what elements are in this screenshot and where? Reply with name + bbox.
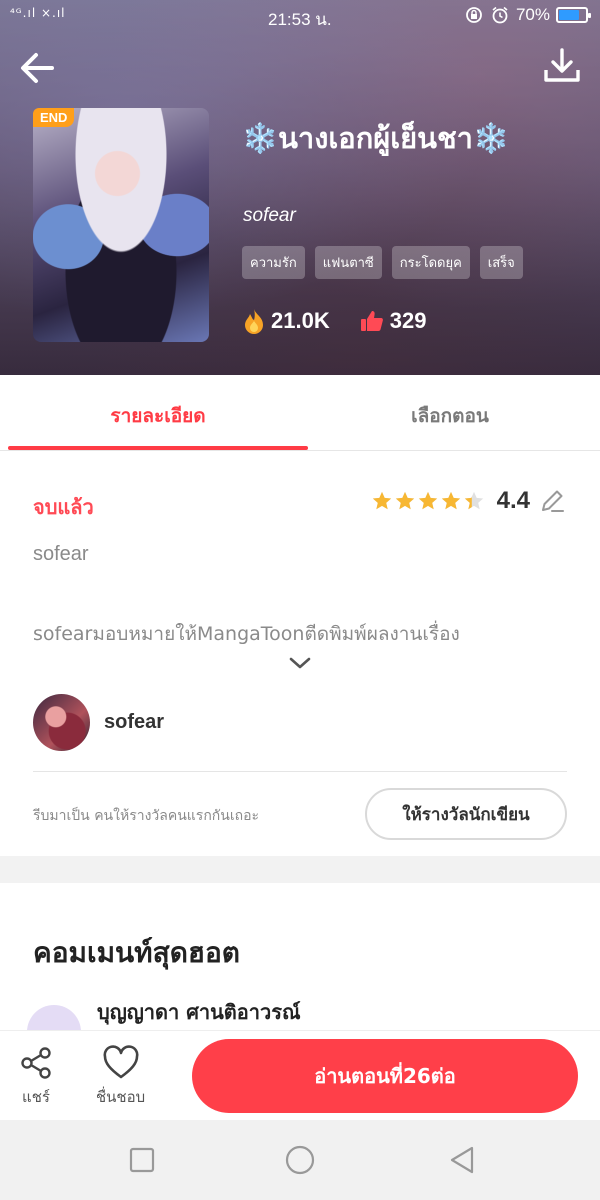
chevron-down-icon[interactable] xyxy=(286,653,314,673)
arrow-left-icon xyxy=(21,53,54,83)
battery-percent: 70% xyxy=(515,5,550,24)
continue-reading-button[interactable]: อ่านตอนที่26ต่อ xyxy=(192,1039,578,1113)
download-icon xyxy=(544,48,580,82)
likes-count: 329 xyxy=(389,308,427,333)
description-author: sofear xyxy=(33,543,89,565)
alarm-icon xyxy=(492,6,508,24)
commenter-name[interactable]: บุญญาดา ศานติอาวรณ์ xyxy=(97,996,301,1028)
star-icon xyxy=(395,491,414,510)
end-badge: END xyxy=(33,108,75,127)
tag-chip[interactable]: แฟนตาซี xyxy=(314,246,382,279)
author-row[interactable]: sofear xyxy=(33,694,164,751)
tab-details[interactable]: รายละเอียด xyxy=(0,401,316,431)
tag-chip[interactable]: กระโดดยุค xyxy=(391,246,470,279)
details-panel: จบแล้ว 4.4 sofear sofearมอบหมายให้MangaT… xyxy=(0,451,600,856)
reward-prompt: รีบมาเป็น คนให้รางวัลคนแรกกันเถอะ xyxy=(33,808,260,824)
likes-stat: 329 xyxy=(360,308,427,334)
status-bar: ⁴ᴳ.ıl ×.ıl 21:53 น. 70% xyxy=(0,0,600,32)
author-name[interactable]: sofear xyxy=(104,711,164,734)
battery-icon xyxy=(556,7,591,23)
author-avatar[interactable] xyxy=(33,694,90,751)
rating-stars xyxy=(371,490,485,512)
back-triangle-icon[interactable] xyxy=(446,1144,478,1176)
system-nav-bar xyxy=(0,1120,600,1200)
clock: 21:53 น. xyxy=(268,10,332,29)
divider xyxy=(33,771,567,772)
thumbs-up-icon xyxy=(360,311,383,331)
description-text: sofearมอบหมายให้MangaToonตีดพิมพ์ผลงานเร… xyxy=(33,623,460,645)
status-right: 70% xyxy=(464,5,591,25)
tag-chip[interactable]: เสร็จ xyxy=(479,246,523,279)
comments-title: คอมเมนท์สุดฮอต xyxy=(33,936,240,969)
rating: 4.4 xyxy=(371,487,566,515)
like-label: ชื่นชอบ xyxy=(96,1088,146,1106)
edit-rating-icon[interactable] xyxy=(538,487,566,515)
star-icon xyxy=(372,491,391,510)
completion-status: จบแล้ว xyxy=(33,495,94,519)
comic-title: ❄️นางเอกผู้เย็นชา❄️ xyxy=(242,121,510,155)
hero-author[interactable]: sofear xyxy=(243,205,296,227)
like-button[interactable]: ชื่นชอบ xyxy=(96,1045,145,1109)
views-stat: 21.0K xyxy=(243,308,330,334)
rating-value: 4.4 xyxy=(496,487,530,514)
stats-row: 21.0K 329 xyxy=(243,308,426,334)
star-icon xyxy=(464,491,483,510)
recent-apps-icon[interactable] xyxy=(126,1144,158,1176)
hot-comments-section: คอมเมนท์สุดฮอต บุญญาดา ศานติอาวรณ์ xyxy=(0,883,600,1059)
download-button[interactable] xyxy=(540,44,584,88)
fire-icon xyxy=(245,309,263,334)
share-icon xyxy=(21,1047,51,1079)
share-label: แชร์ xyxy=(22,1088,50,1106)
home-icon[interactable] xyxy=(284,1144,316,1176)
active-tab-indicator xyxy=(8,446,308,450)
bottom-action-bar: แชร์ ชื่นชอบ อ่านตอนที่26ต่อ xyxy=(0,1030,600,1120)
signal-indicator: ⁴ᴳ.ıl ×.ıl xyxy=(10,6,66,20)
cover-image[interactable] xyxy=(33,108,209,342)
star-icon xyxy=(441,491,460,510)
share-button[interactable]: แชร์ xyxy=(18,1045,54,1109)
views-count: 21.0K xyxy=(271,308,330,333)
tab-bar: รายละเอียด เลือกตอน xyxy=(0,375,600,451)
star-icon xyxy=(418,491,437,510)
back-button[interactable] xyxy=(16,46,60,90)
hero-header: ⁴ᴳ.ıl ×.ıl 21:53 น. 70% END ❄️นางเอกผู้เ… xyxy=(0,0,600,375)
rotation-lock-icon xyxy=(466,7,482,23)
tag-chip[interactable]: ความรัก xyxy=(242,246,305,279)
heart-icon xyxy=(103,1045,139,1079)
reward-author-button[interactable]: ให้รางวัลนักเขียน xyxy=(365,788,567,840)
genre-tags: ความรัก แฟนตาซี กระโดดยุค เสร็จ xyxy=(242,246,523,279)
tab-episodes[interactable]: เลือกตอน xyxy=(300,401,600,431)
